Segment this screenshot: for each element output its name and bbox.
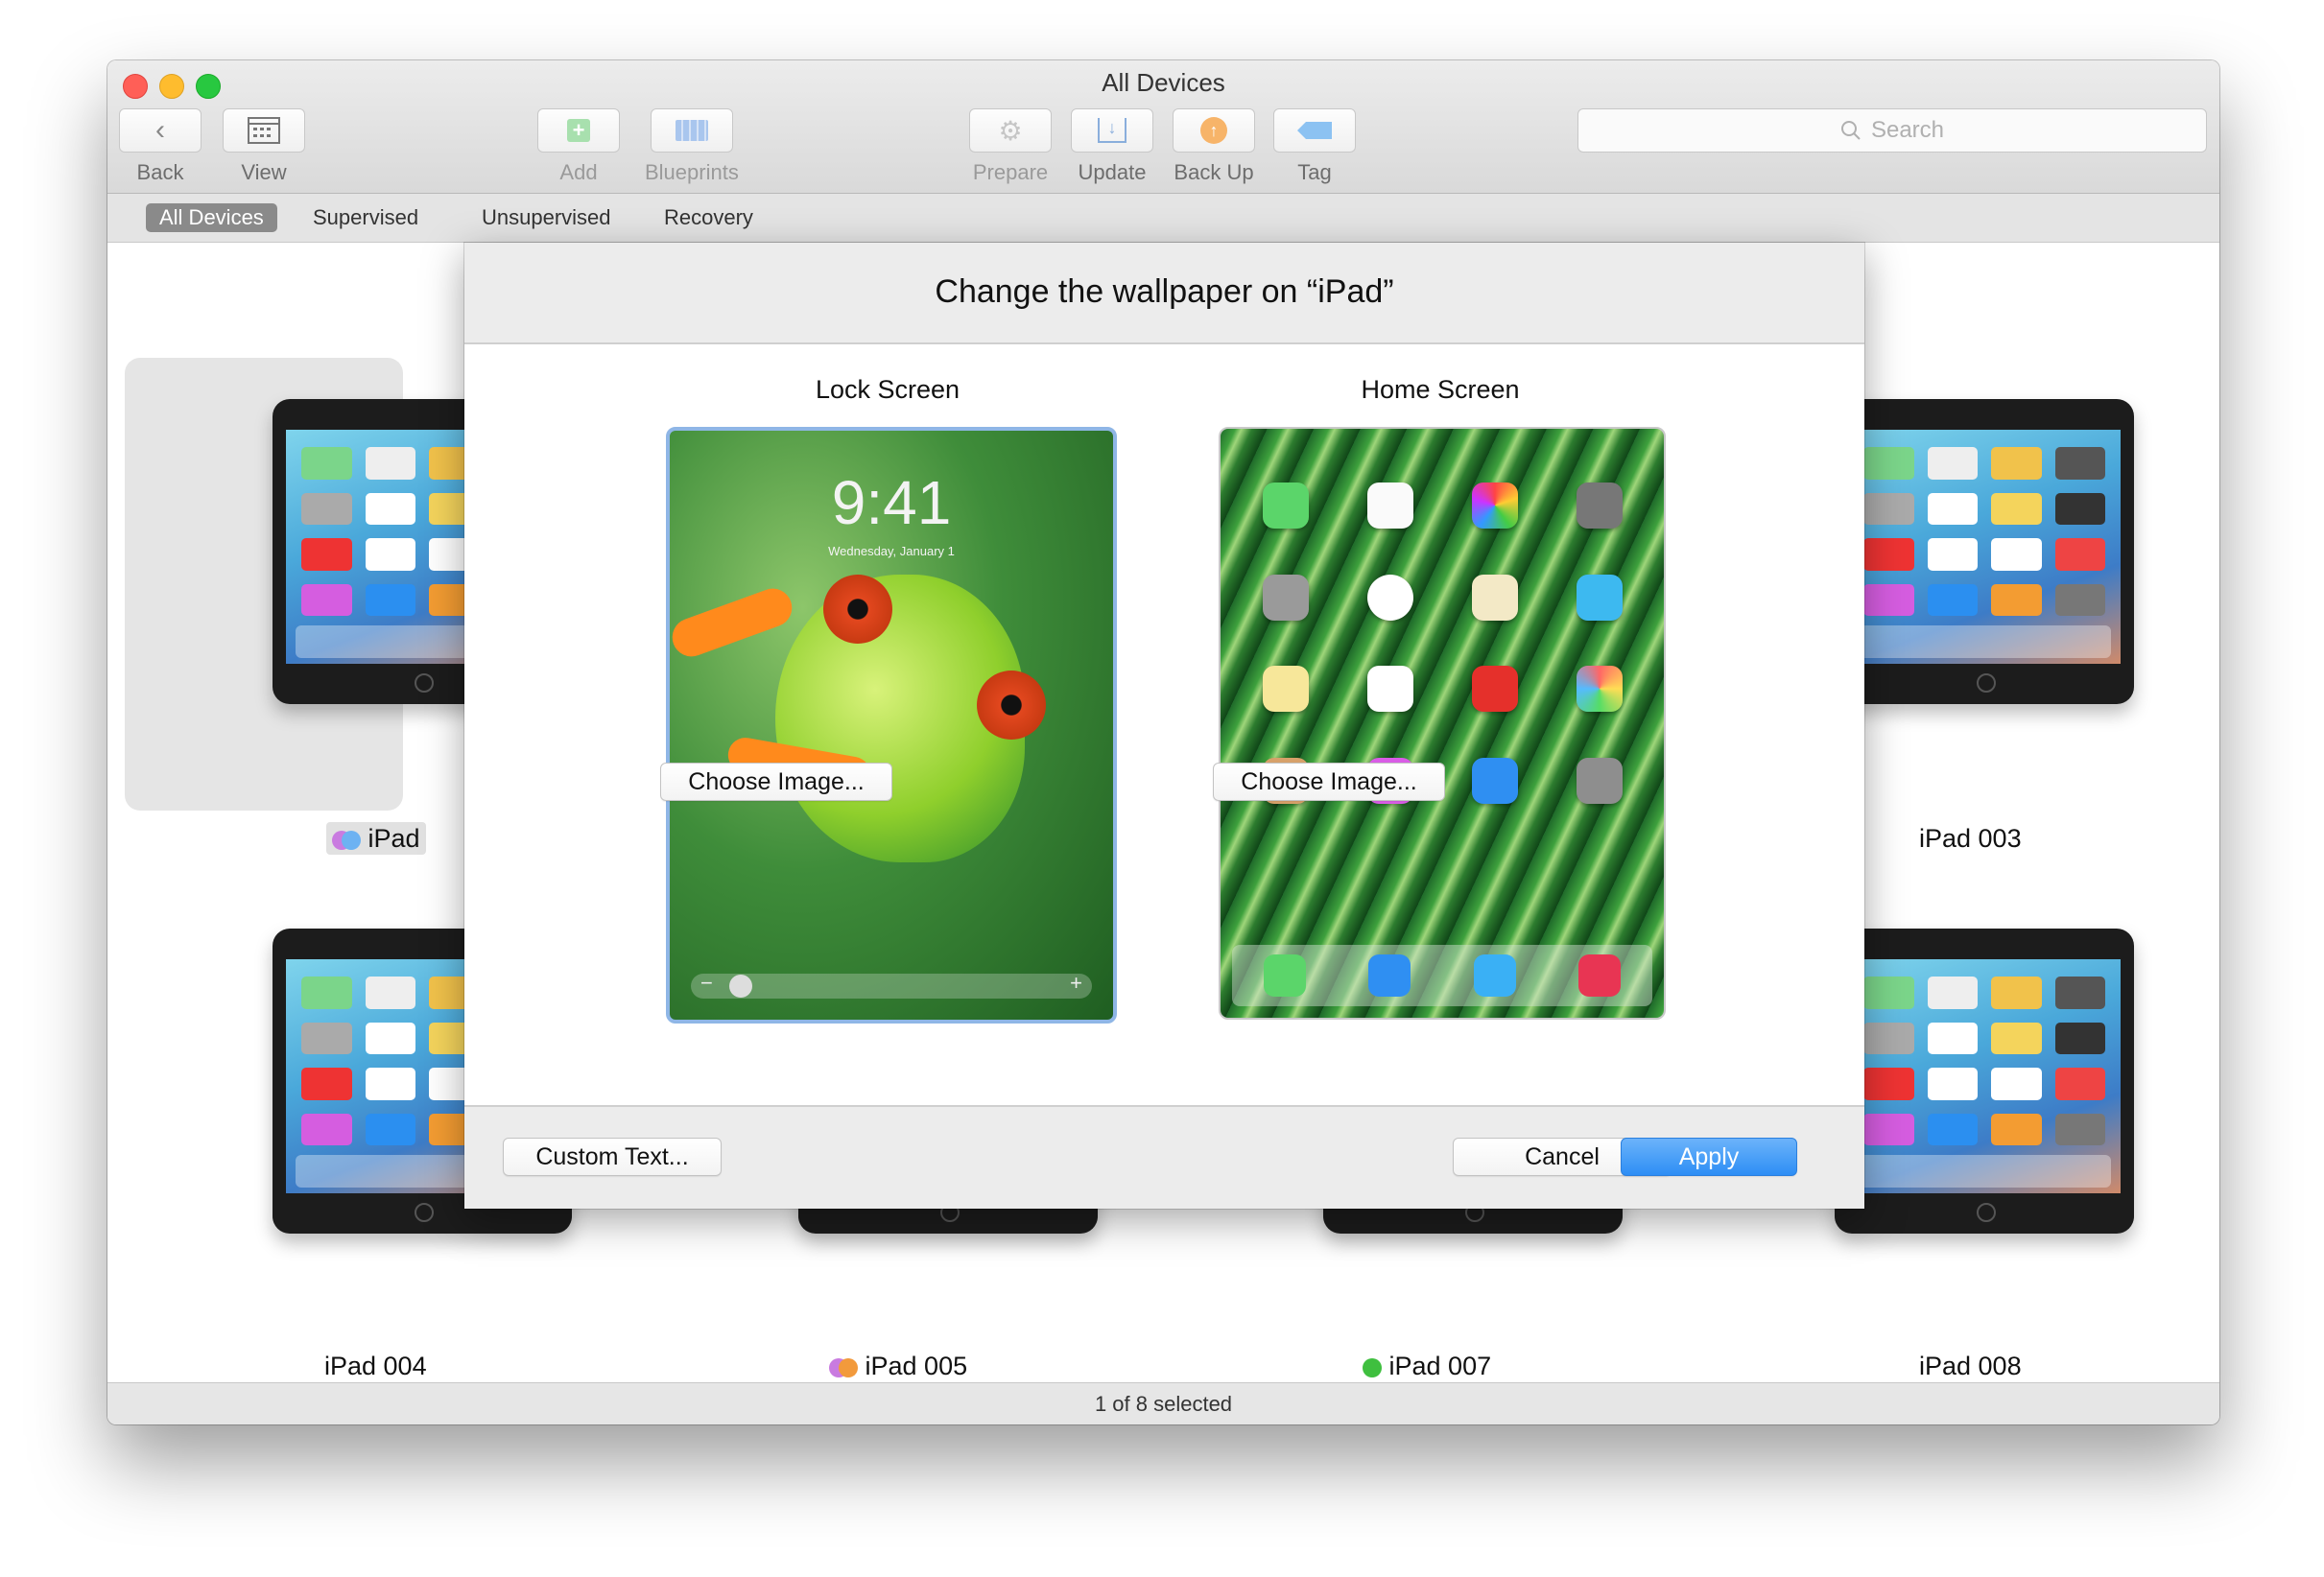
lock-choose-image-button[interactable]: Choose Image... <box>660 763 892 801</box>
search-field[interactable]: Search <box>1577 108 2207 153</box>
tag-button[interactable]: Tag <box>1273 108 1356 185</box>
update-button[interactable]: ↓ Update <box>1071 108 1153 185</box>
lock-volume-slider: − + <box>691 971 1092 999</box>
sheet-title: Change the wallpaper on “iPad” <box>935 273 1394 310</box>
device-ipad-003[interactable]: iPad 003 <box>1919 824 2022 854</box>
scope-recovery[interactable]: Recovery <box>651 203 767 232</box>
lock-screen-label: Lock Screen <box>815 375 960 404</box>
sheet-footer: Custom Text... Cancel Apply <box>464 1105 1864 1209</box>
backup-button[interactable]: ↑ Back Up <box>1173 108 1255 185</box>
device-name: iPad <box>368 824 420 853</box>
add-button[interactable]: + Add <box>537 108 620 185</box>
chevron-left-icon: ‹ <box>155 114 165 146</box>
device-name: iPad 007 <box>1388 1352 1492 1380</box>
lock-clock: 9:41 <box>831 468 952 537</box>
update-label: Update <box>1078 160 1147 184</box>
tag-label: Tag <box>1297 160 1332 184</box>
back-label: Back <box>136 160 184 184</box>
calendar-grid-icon <box>248 117 280 144</box>
home-screen-preview[interactable] <box>1219 427 1666 1020</box>
scope-bar: All Devices Supervised Unsupervised Reco… <box>107 194 2219 243</box>
prepare-button[interactable]: ⚙ Prepare <box>969 108 1052 185</box>
custom-text-button[interactable]: Custom Text... <box>503 1138 722 1176</box>
scope-supervised[interactable]: Supervised <box>299 203 432 232</box>
backup-label: Back Up <box>1174 160 1254 184</box>
scope-all-devices[interactable]: All Devices <box>146 203 277 232</box>
sheet-header: Change the wallpaper on “iPad” <box>464 243 1864 344</box>
scope-unsupervised[interactable]: Unsupervised <box>468 203 625 232</box>
home-screen-label: Home Screen <box>1361 375 1520 404</box>
tag-icon <box>1297 122 1332 139</box>
backup-arrow-icon: ↑ <box>1200 117 1227 144</box>
device-name: iPad 005 <box>865 1352 968 1380</box>
device-ipad-003-thumbnail[interactable] <box>1835 399 2134 704</box>
status-bar: 1 of 8 selected <box>107 1382 2219 1424</box>
window-title: All Devices <box>1102 68 1225 97</box>
gear-icon: ⚙ <box>998 115 1023 146</box>
view-button[interactable]: View <box>223 108 305 185</box>
device-ipad-008-thumbnail[interactable] <box>1835 929 2134 1234</box>
device-ipad-007[interactable]: iPad 007 <box>1363 1352 1491 1381</box>
device-ipad-004[interactable]: iPad 004 <box>324 1352 427 1381</box>
orange-tag-dot <box>839 1358 858 1377</box>
download-tray-icon: ↓ <box>1098 118 1126 143</box>
blue-tag-dot <box>342 831 361 850</box>
device-ipad-008[interactable]: iPad 008 <box>1919 1352 2022 1381</box>
apply-button[interactable]: Apply <box>1621 1138 1797 1176</box>
add-label: Add <box>559 160 598 184</box>
home-choose-image-button[interactable]: Choose Image... <box>1213 763 1445 801</box>
device-ipad-005[interactable]: iPad 005 <box>829 1352 967 1381</box>
home-dock <box>1232 945 1652 1006</box>
blueprint-icon <box>675 120 708 141</box>
prepare-label: Prepare <box>972 160 1049 184</box>
green-tag-dot <box>1363 1358 1382 1377</box>
search-icon <box>1840 121 1861 140</box>
lock-date: Wednesday, January 1 <box>828 544 955 558</box>
blueprints-button[interactable]: Blueprints <box>645 108 739 185</box>
titlebar: All Devices ‹ Back View + Add Blueprints… <box>107 60 2219 194</box>
lock-screen-preview[interactable]: 9:41 Wednesday, January 1 − + <box>666 427 1117 1024</box>
plus-icon: + <box>567 119 590 142</box>
view-label: View <box>241 160 287 184</box>
back-button[interactable]: ‹ Back <box>119 108 202 185</box>
device-ipad[interactable]: iPad <box>326 822 426 855</box>
wallpaper-sheet: Change the wallpaper on “iPad” Lock Scre… <box>464 243 1864 1209</box>
blueprints-label: Blueprints <box>645 160 739 184</box>
search-placeholder: Search <box>1870 117 1945 143</box>
